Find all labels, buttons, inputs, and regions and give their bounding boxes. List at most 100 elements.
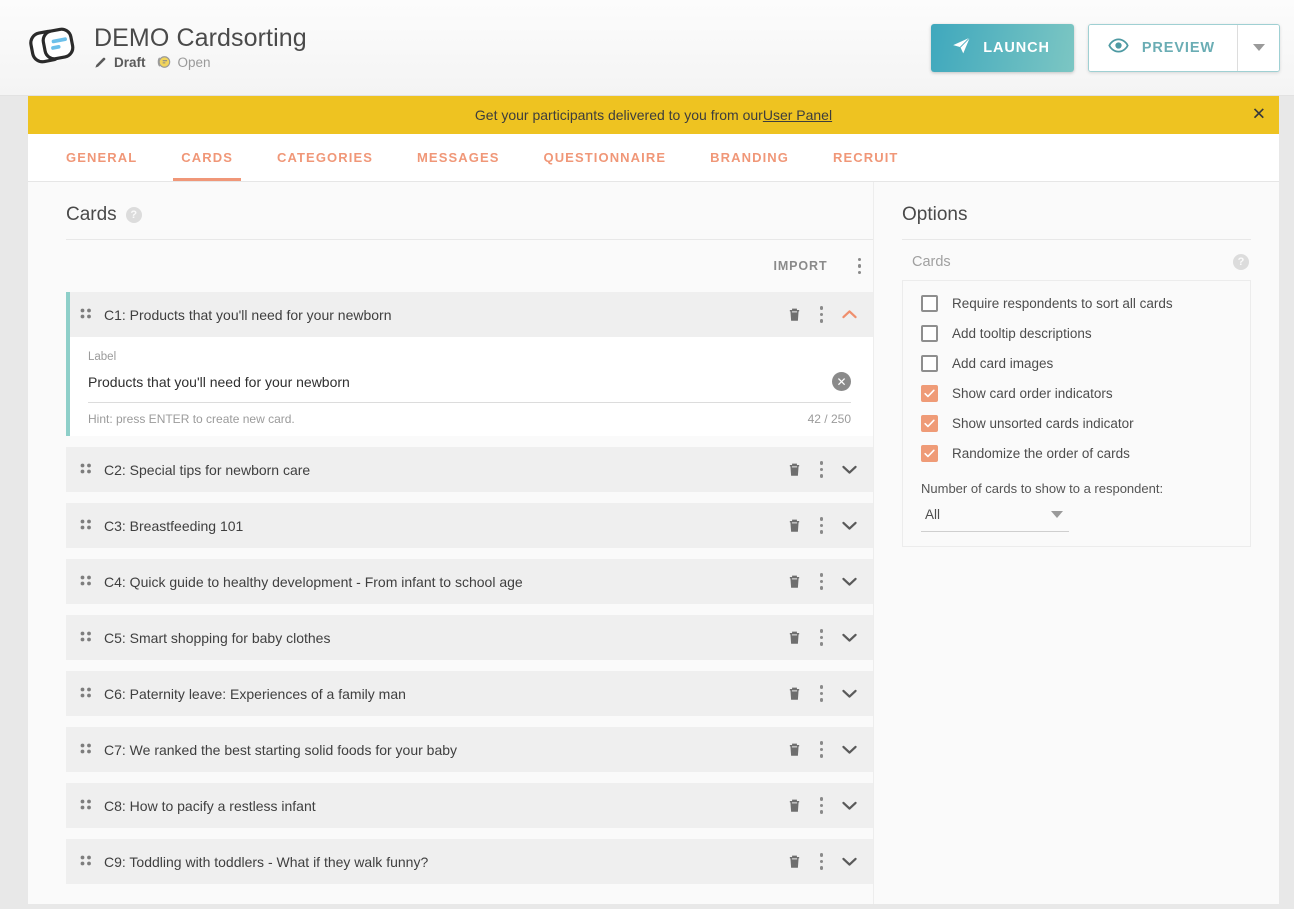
user-panel-link[interactable]: User Panel	[763, 107, 832, 123]
card-row[interactable]: C3: Breastfeeding 101	[66, 503, 873, 548]
open-status-icon	[157, 55, 171, 69]
cards-help-icon[interactable]: ?	[125, 207, 142, 223]
launch-label: LAUNCH	[983, 39, 1050, 56]
card-more-menu-icon[interactable]	[816, 737, 828, 762]
drag-handle-icon[interactable]	[78, 517, 94, 535]
checkbox[interactable]	[921, 385, 938, 402]
eye-icon	[1108, 35, 1129, 60]
card-more-menu-icon[interactable]	[816, 625, 828, 650]
preview-dropdown-toggle[interactable]	[1237, 24, 1279, 71]
checkbox[interactable]	[921, 415, 938, 432]
drag-handle-icon[interactable]	[78, 797, 94, 815]
options-heading: Options	[902, 204, 1251, 239]
checkbox[interactable]	[921, 325, 938, 342]
drag-handle-icon[interactable]	[78, 685, 94, 703]
delete-icon[interactable]	[786, 306, 803, 323]
card-row-header[interactable]: C1: Products that you'll need for your n…	[70, 292, 873, 337]
brand-block: DEMO Cardsorting Draft Open	[28, 23, 931, 73]
options-subsection-label: Cards	[912, 254, 951, 270]
pencil-icon	[94, 56, 107, 69]
checkbox[interactable]	[921, 445, 938, 462]
card-row[interactable]: C7: We ranked the best starting solid fo…	[66, 727, 873, 772]
char-counter: 42 / 250	[807, 412, 851, 426]
card-more-menu-icon[interactable]	[816, 849, 828, 874]
delete-icon[interactable]	[786, 741, 803, 758]
delete-icon[interactable]	[786, 797, 803, 814]
card-more-menu-icon[interactable]	[816, 569, 828, 594]
chevron-down-icon[interactable]	[840, 684, 859, 703]
option-label: Add tooltip descriptions	[952, 326, 1092, 341]
card-row-actions	[786, 513, 860, 538]
option-show-unsorted-cards-indicator[interactable]: Show unsorted cards indicator	[921, 415, 1240, 432]
chevron-up-icon[interactable]	[840, 305, 859, 324]
card-title: C7: We ranked the best starting solid fo…	[104, 741, 458, 758]
cards-more-menu-icon[interactable]	[854, 254, 866, 279]
chevron-down-icon[interactable]	[840, 572, 859, 591]
checkbox[interactable]	[921, 355, 938, 372]
drag-handle-icon[interactable]	[78, 461, 94, 479]
card-item: C6: Paternity leave: Experiences of a fa…	[66, 671, 873, 716]
card-title: C2: Special tips for newborn care	[104, 461, 311, 478]
card-row[interactable]: C2: Special tips for newborn care	[66, 447, 873, 492]
drag-handle-icon[interactable]	[78, 629, 94, 647]
close-icon[interactable]: ✕	[1252, 106, 1266, 124]
cards-heading-label: Cards	[66, 204, 117, 225]
chevron-down-icon[interactable]	[840, 740, 859, 759]
chevron-down-icon[interactable]	[840, 852, 859, 871]
drag-handle-icon[interactable]	[78, 853, 94, 871]
card-more-menu-icon[interactable]	[816, 513, 828, 538]
clear-icon[interactable]: ✕	[832, 372, 851, 391]
card-row[interactable]: C6: Paternity leave: Experiences of a fa…	[66, 671, 873, 716]
label-input[interactable]: Products that you'll need for your newbo…	[88, 374, 822, 390]
card-more-menu-icon[interactable]	[816, 793, 828, 818]
chevron-down-icon[interactable]	[840, 516, 859, 535]
card-row[interactable]: C4: Quick guide to healthy development -…	[66, 559, 873, 604]
delete-icon[interactable]	[786, 629, 803, 646]
label-field-footer: Hint: press ENTER to create new card. 42…	[88, 403, 851, 426]
project-status: Draft Open	[94, 55, 307, 70]
launch-button[interactable]: LAUNCH	[931, 23, 1074, 72]
send-icon	[951, 35, 972, 60]
tab-cards[interactable]: CARDS	[159, 134, 255, 181]
delete-icon[interactable]	[786, 853, 803, 870]
tab-branding[interactable]: BRANDING	[688, 134, 811, 181]
chevron-down-icon[interactable]	[840, 628, 859, 647]
tab-recruit[interactable]: RECRUIT	[811, 134, 920, 181]
drag-handle-icon[interactable]	[78, 573, 94, 591]
chevron-down-icon[interactable]	[840, 460, 859, 479]
drag-handle-icon[interactable]	[78, 306, 94, 324]
card-more-menu-icon[interactable]	[816, 457, 828, 482]
card-row-actions	[786, 737, 860, 762]
drag-handle-icon[interactable]	[78, 741, 94, 759]
card-item: C7: We ranked the best starting solid fo…	[66, 727, 873, 772]
options-checkbox-list: Require respondents to sort all cards Ad…	[921, 295, 1240, 462]
option-add-card-images[interactable]: Add card images	[921, 355, 1240, 372]
cards-count-field-label: Number of cards to show to a respondent:	[921, 481, 1164, 496]
card-row[interactable]: C9: Toddling with toddlers - What if the…	[66, 839, 873, 884]
chevron-down-icon[interactable]	[840, 796, 859, 815]
option-randomize-card-order[interactable]: Randomize the order of cards	[921, 445, 1240, 462]
preview-button[interactable]: PREVIEW	[1088, 24, 1237, 71]
option-show-card-order-indicators[interactable]: Show card order indicators	[921, 385, 1240, 402]
tab-bar: GENERAL CARDS CATEGORIES MESSAGES QUESTI…	[28, 134, 1279, 182]
card-row[interactable]: C5: Smart shopping for baby clothes	[66, 615, 873, 660]
checkbox[interactable]	[921, 295, 938, 312]
tab-general[interactable]: GENERAL	[44, 134, 159, 181]
card-row[interactable]: C8: How to pacify a restless infant	[66, 783, 873, 828]
card-more-menu-icon[interactable]	[816, 681, 828, 706]
delete-icon[interactable]	[786, 461, 803, 478]
option-require-sort-all[interactable]: Require respondents to sort all cards	[921, 295, 1240, 312]
delete-icon[interactable]	[786, 517, 803, 534]
import-button[interactable]: IMPORT	[767, 258, 833, 274]
delete-icon[interactable]	[786, 685, 803, 702]
page-body: Cards ? IMPORT C1: Products that you'll …	[28, 182, 1279, 904]
delete-icon[interactable]	[786, 573, 803, 590]
tab-questionnaire[interactable]: QUESTIONNAIRE	[521, 134, 688, 181]
card-more-menu-icon[interactable]	[816, 302, 828, 327]
option-add-tooltip-descriptions[interactable]: Add tooltip descriptions	[921, 325, 1240, 342]
tab-messages[interactable]: MESSAGES	[395, 134, 521, 181]
options-help-icon[interactable]: ?	[1233, 254, 1249, 270]
option-label: Show unsorted cards indicator	[952, 416, 1134, 431]
tab-categories[interactable]: CATEGORIES	[255, 134, 395, 181]
cards-count-select[interactable]: All	[921, 507, 1069, 532]
